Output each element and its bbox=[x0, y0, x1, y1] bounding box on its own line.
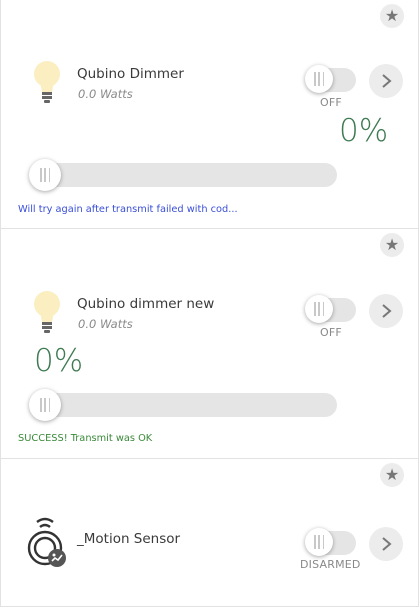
lightbulb-icon bbox=[34, 61, 60, 103]
arm-toggle[interactable] bbox=[305, 528, 356, 556]
device-name: _Motion Sensor bbox=[77, 531, 181, 547]
dimmer-level-readout: 0% bbox=[339, 113, 389, 149]
details-button[interactable] bbox=[369, 527, 403, 561]
details-button[interactable] bbox=[369, 294, 403, 328]
dimmer-slider[interactable] bbox=[29, 159, 337, 191]
favorite-star-icon[interactable]: ★ bbox=[380, 233, 404, 257]
device-card-qubino-dimmer: ★ Qubino Dimmer 0.0 Watts OFF 0% Will tr… bbox=[0, 0, 419, 229]
dimmer-level-readout: 0% bbox=[34, 343, 84, 379]
device-power: 0.0 Watts bbox=[78, 87, 133, 101]
switch-state-label: DISARMED bbox=[300, 558, 361, 571]
power-toggle[interactable] bbox=[305, 295, 356, 323]
device-name: Qubino Dimmer bbox=[77, 66, 184, 82]
chevron-right-icon bbox=[382, 304, 392, 318]
device-power: 0.0 Watts bbox=[78, 317, 133, 331]
toggle-knob[interactable] bbox=[305, 528, 333, 556]
dimmer-slider[interactable] bbox=[29, 389, 337, 421]
power-toggle[interactable] bbox=[305, 65, 356, 93]
slider-thumb[interactable] bbox=[29, 159, 61, 191]
switch-state-label: OFF bbox=[320, 96, 342, 109]
chevron-right-icon bbox=[382, 74, 392, 88]
motion-sensor-icon bbox=[27, 517, 66, 567]
device-name: Qubino dimmer new bbox=[77, 296, 215, 312]
details-button[interactable] bbox=[369, 64, 403, 98]
toggle-knob[interactable] bbox=[305, 65, 333, 93]
transmit-status: Will try again after transmit failed wit… bbox=[18, 204, 238, 215]
slider-thumb[interactable] bbox=[29, 389, 61, 421]
favorite-star-icon[interactable]: ★ bbox=[380, 463, 404, 487]
device-card-qubino-dimmer-new: ★ Qubino dimmer new 0.0 Watts OFF 0% SUC… bbox=[0, 229, 419, 459]
transmit-status: SUCCESS! Transmit was OK bbox=[18, 433, 153, 444]
lightbulb-icon bbox=[34, 291, 60, 333]
toggle-knob[interactable] bbox=[305, 295, 333, 323]
device-card-motion-sensor: ★ _Motion Sensor DISARMED bbox=[0, 459, 419, 607]
favorite-star-icon[interactable]: ★ bbox=[380, 4, 404, 28]
chevron-right-icon bbox=[382, 537, 392, 551]
switch-state-label: OFF bbox=[320, 326, 342, 339]
